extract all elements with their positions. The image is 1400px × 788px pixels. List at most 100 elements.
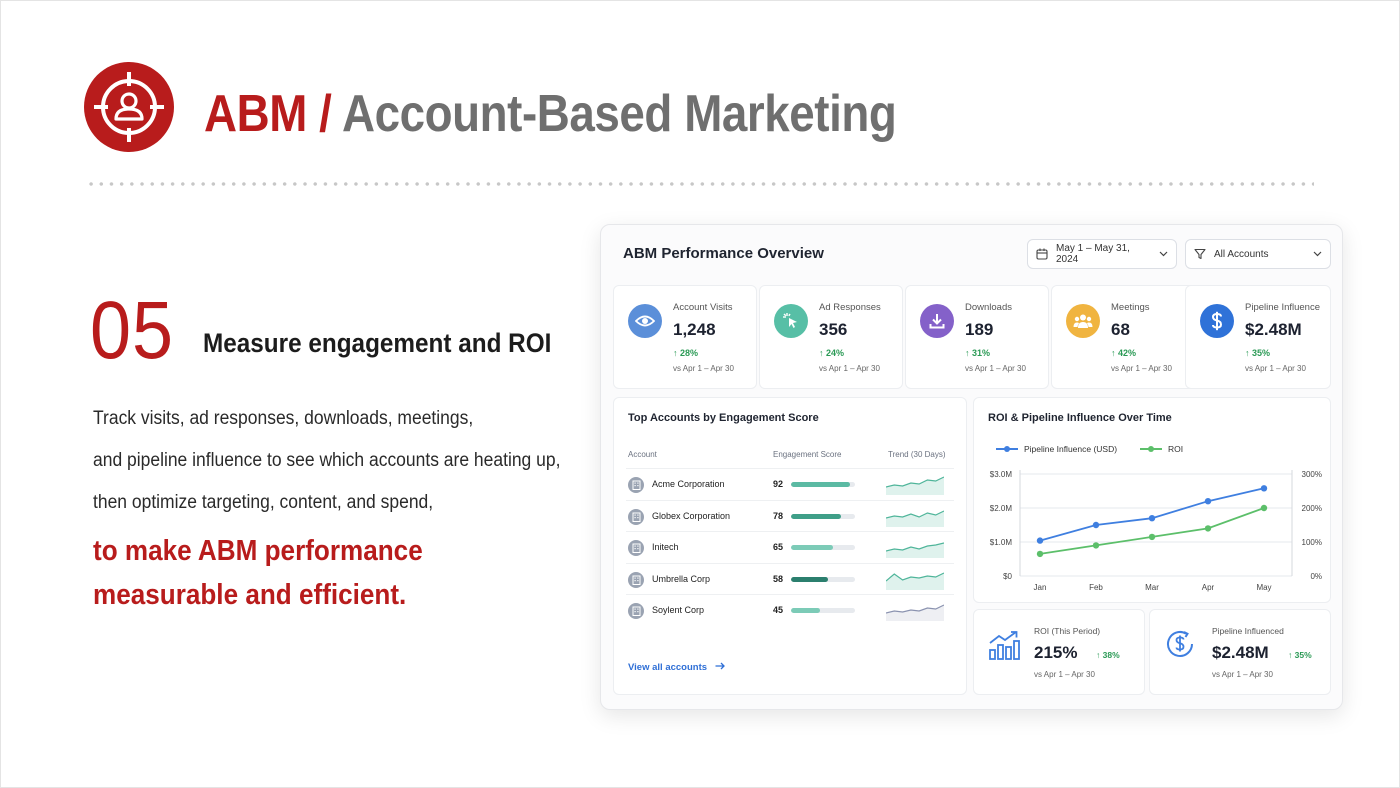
- roi-summary-value: 215%: [1034, 643, 1078, 662]
- y-tick-left: $3.0M: [990, 470, 1013, 479]
- pipeline-summary-value: $2.48M: [1212, 643, 1269, 662]
- chevron-down-icon: [1313, 251, 1322, 257]
- kpi-icon-bg: [774, 304, 808, 338]
- page-title: ABM / Account-Based Marketing: [204, 84, 897, 144]
- view-all-label: View all accounts: [628, 662, 708, 673]
- y-tick-right: 300%: [1302, 470, 1322, 479]
- engagement-score: 65: [773, 542, 784, 552]
- engagement-score: 78: [773, 510, 784, 521]
- kpi-label: Account Visits: [673, 302, 733, 313]
- engagement-bar: [791, 576, 855, 582]
- kpi-value: 68: [1111, 320, 1130, 339]
- kpi-icon-bg: [920, 304, 954, 338]
- kpi-card-downloads[interactable]: Downloads 189 ↑ 31% vs Apr 1 – Apr 30: [905, 285, 1049, 389]
- kpi-label: Ad Responses: [819, 302, 881, 313]
- kpi-label: Meetings: [1111, 302, 1150, 313]
- data-point-roi: [1036, 550, 1044, 558]
- step-number: 05: [90, 285, 174, 376]
- account-filter-label: All Accounts: [1214, 248, 1269, 260]
- data-point-pipeline: [1148, 515, 1156, 522]
- kpi-card-account-visits[interactable]: Account Visits 1,248 ↑ 28% vs Apr 1 – Ap…: [613, 285, 757, 389]
- engagement-bar-fill: [791, 576, 829, 582]
- target-user-icon: [84, 62, 174, 152]
- kpi-compare: vs Apr 1 – Apr 30: [965, 364, 1026, 373]
- roi-summary-change: ↑ 38%: [1096, 650, 1120, 660]
- kpi-card-pipeline-influence[interactable]: Pipeline Influence $2.48M ↑ 35% vs Apr 1…: [1185, 285, 1331, 389]
- people-icon: [1073, 314, 1093, 328]
- highlight-line-1: to make ABM performance: [93, 535, 423, 567]
- engagement-bar: [791, 545, 855, 550]
- dotted-divider: [86, 182, 1314, 186]
- data-point-pipeline: [1260, 485, 1268, 492]
- roi-chart-panel: ROI & Pipeline Influence Over Time Pipel…: [973, 397, 1331, 603]
- building-icon: [628, 603, 644, 619]
- trend-sparkline: [886, 509, 944, 527]
- kpi-value: $2.48M: [1245, 320, 1302, 339]
- kpi-icon-bg: [1200, 304, 1234, 338]
- step-title: Measure engagement and ROI: [203, 328, 552, 358]
- pipeline-summary-label: Pipeline Influenced: [1212, 626, 1284, 636]
- kpi-change: ↑ 42%: [1111, 348, 1137, 358]
- x-tick-label: May: [1256, 583, 1271, 592]
- kpi-icon-bg: [1066, 304, 1100, 338]
- roi-line-chart: $0 $1.0M $2.0M $3.0M 0% 100% 200% 300% Jan Feb Mar…: [990, 470, 1322, 592]
- calendar-icon: [1036, 248, 1048, 260]
- dollar-circle-icon: [1167, 631, 1193, 657]
- kpi-change: ↑ 24%: [819, 348, 845, 358]
- kpi-label: Pipeline Influence: [1245, 302, 1320, 313]
- building-icon: [628, 477, 644, 493]
- date-range-picker[interactable]: May 1 – May 31, 2024: [1027, 239, 1177, 269]
- engagement-bar-fill: [791, 513, 841, 519]
- engagement-score: 92: [773, 479, 784, 489]
- kpi-change: ↑ 31%: [965, 348, 991, 358]
- engagement-bar-fill: [791, 608, 820, 613]
- roi-summary-label: ROI (This Period): [1034, 626, 1101, 636]
- account-name: Globex Corporation: [652, 510, 731, 521]
- x-tick-label: Feb: [1089, 583, 1103, 592]
- table-row[interactable]: Globex Corporation 78: [626, 499, 954, 531]
- column-header-trend: Trend (30 Days): [888, 450, 946, 459]
- pipeline-summary-card[interactable]: Pipeline Influenced $2.48M ↑ 35% vs Apr …: [1149, 609, 1331, 695]
- column-header-engagement: Engagement Score: [773, 450, 842, 459]
- download-icon: [929, 314, 945, 329]
- y-tick-left: $2.0M: [990, 504, 1013, 513]
- top-accounts-title: Top Accounts by Engagement Score: [628, 412, 819, 424]
- y-tick-left: $1.0M: [990, 538, 1013, 547]
- y-tick-right: 0%: [1310, 572, 1322, 581]
- kpi-card-meetings[interactable]: Meetings 68 ↑ 42% vs Apr 1 – Apr 30: [1051, 285, 1195, 389]
- title-abbr: ABM: [204, 85, 307, 143]
- table-row[interactable]: Soylent Corp 45: [626, 594, 954, 625]
- series-line-pipeline: [1039, 487, 1265, 542]
- kpi-card-ad-responses[interactable]: Ad Responses 356 ↑ 24% vs Apr 1 – Apr 30: [759, 285, 903, 389]
- body-line-1: Track visits, ad responses, downloads, m…: [93, 408, 474, 429]
- view-all-accounts-link[interactable]: View all accounts: [628, 662, 725, 673]
- account-filter-dropdown[interactable]: All Accounts: [1185, 239, 1331, 269]
- kpi-icon-bg: [628, 304, 662, 338]
- engagement-score: 45: [773, 605, 784, 615]
- y-tick-left: $0: [1003, 572, 1012, 581]
- trend-sparkline: [886, 476, 944, 495]
- date-range-label: May 1 – May 31, 2024: [1056, 243, 1130, 265]
- building-icon: [628, 540, 644, 556]
- filter-icon: [1194, 248, 1206, 260]
- cursor-click-icon: [783, 313, 797, 328]
- account-name: Acme Corporation: [652, 479, 725, 489]
- table-row[interactable]: Acme Corporation 92: [626, 468, 954, 499]
- abm-dashboard: ABM Performance Overview May 1 – May 31,…: [600, 224, 1343, 710]
- top-accounts-panel: Top Accounts by Engagement Score Account…: [613, 397, 967, 695]
- dollar-icon: [1211, 311, 1223, 331]
- table-row[interactable]: Initech 65: [626, 531, 954, 562]
- y-tick-right: 200%: [1302, 504, 1322, 513]
- x-tick-label: Apr: [1202, 583, 1215, 592]
- pipeline-summary-change: ↑ 35%: [1288, 650, 1312, 660]
- highlight-line-2: measurable and efficient.: [93, 579, 407, 611]
- body-line-2: and pipeline influence to see which acco…: [93, 450, 561, 471]
- building-icon: [628, 508, 644, 525]
- table-row[interactable]: Umbrella Corp 58: [626, 562, 954, 594]
- kpi-change: ↑ 35%: [1245, 348, 1271, 358]
- x-tick-label: Mar: [1145, 583, 1159, 592]
- data-point-pipeline: [1092, 521, 1100, 529]
- kpi-value: 356: [819, 320, 848, 339]
- engagement-score: 58: [773, 573, 784, 584]
- roi-summary-card[interactable]: ROI (This Period) 215% ↑ 38% vs Apr 1 – …: [973, 609, 1145, 695]
